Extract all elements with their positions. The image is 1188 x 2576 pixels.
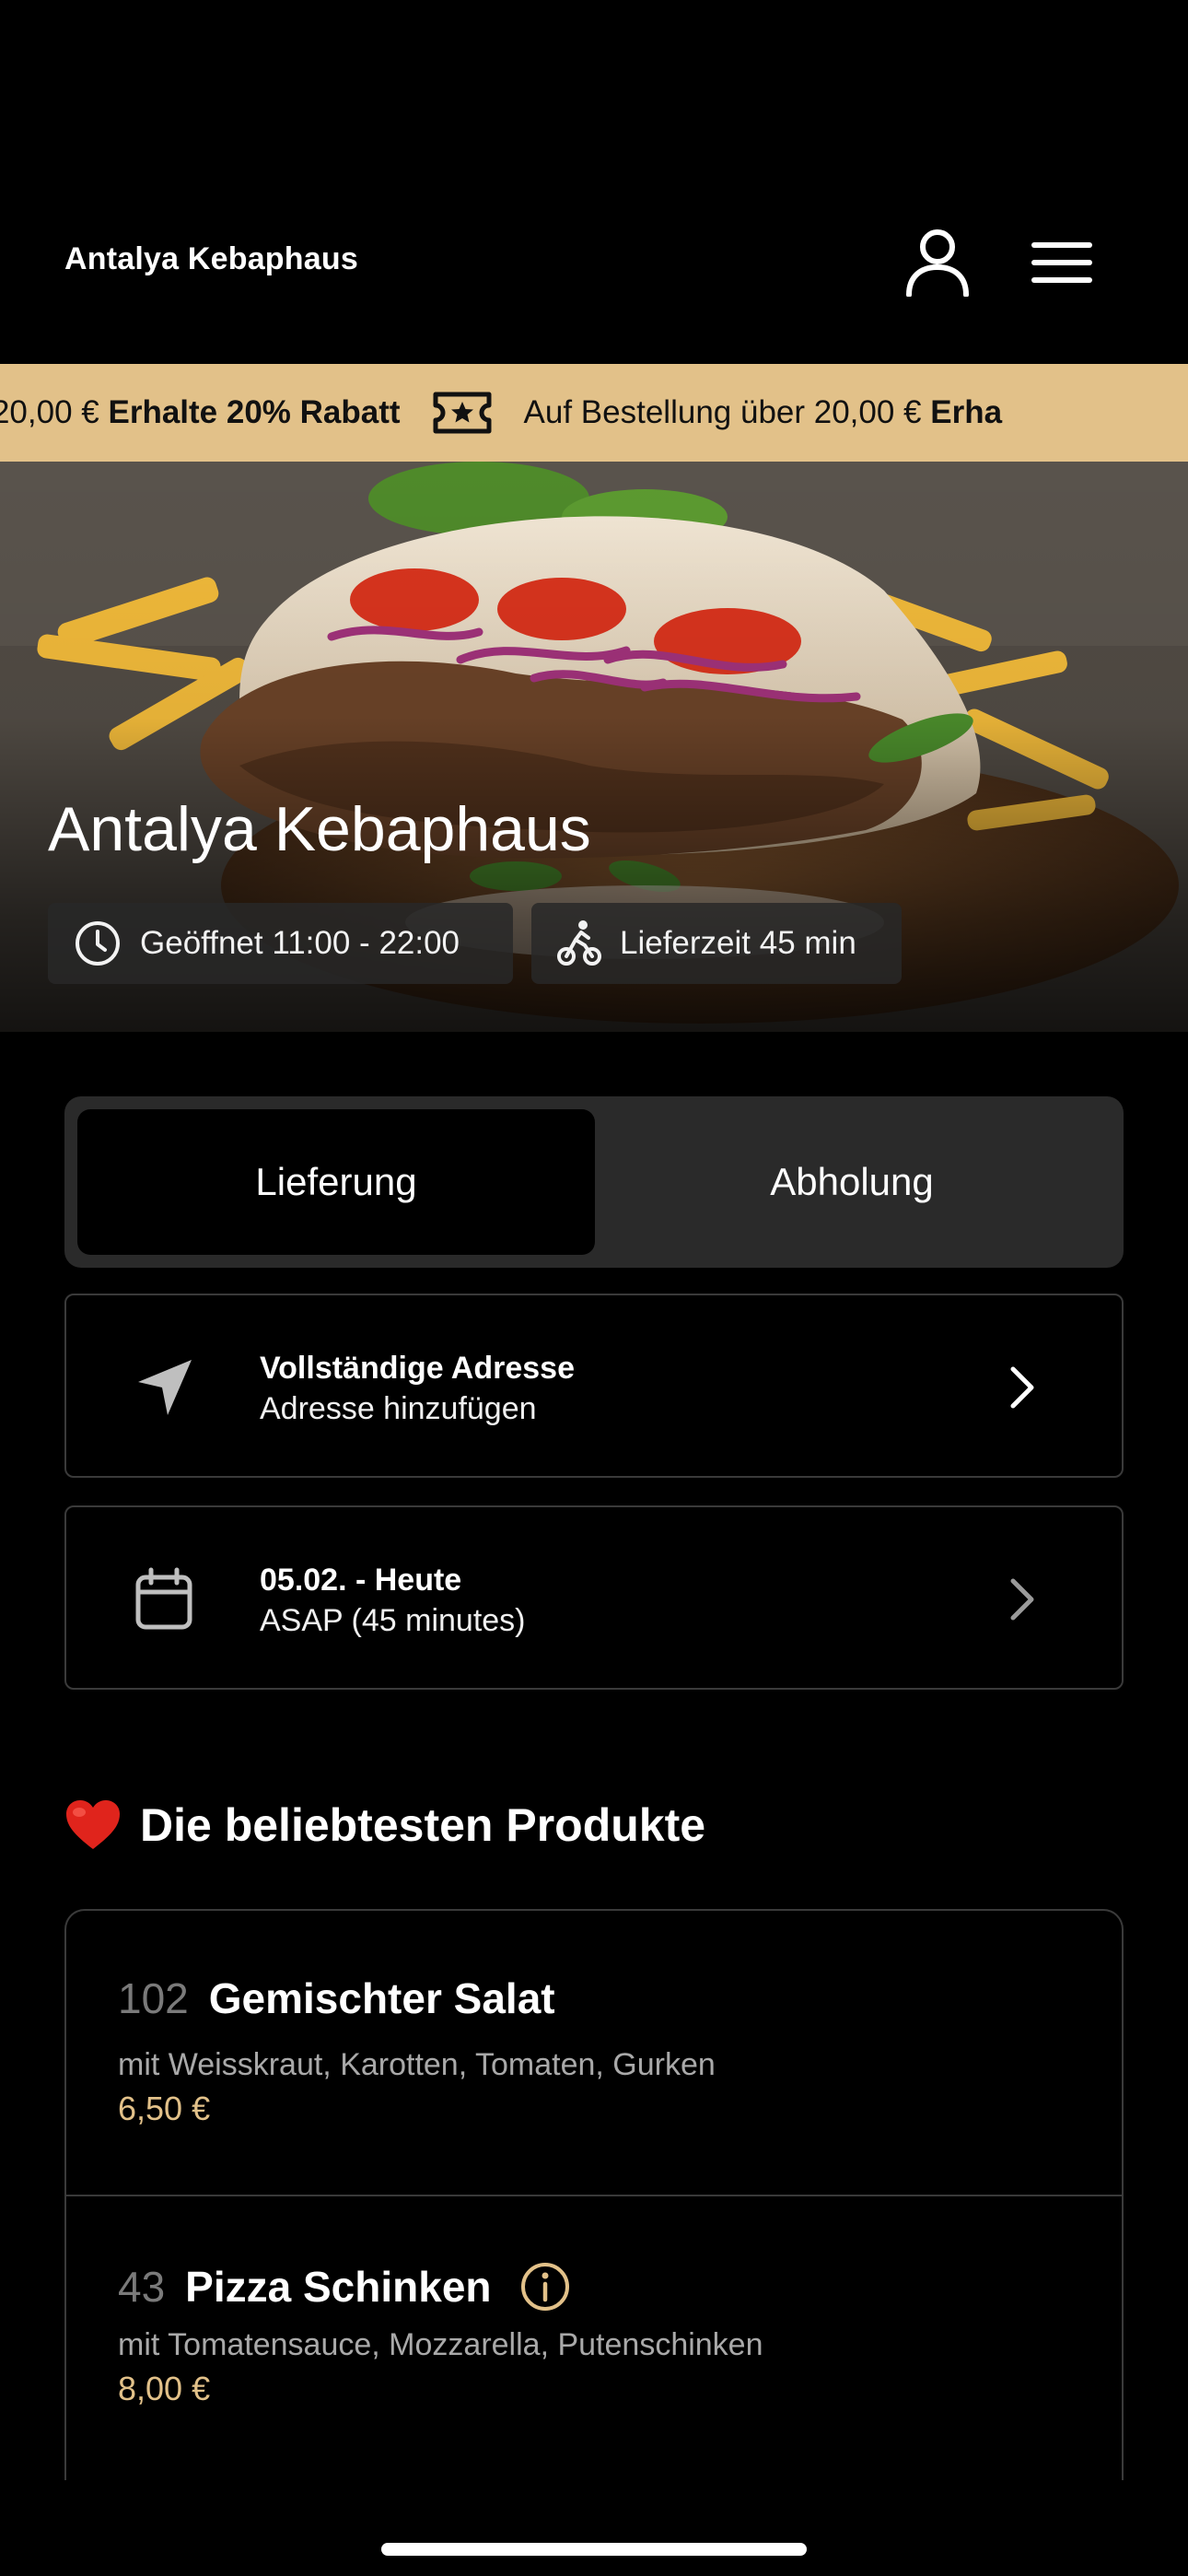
promo-highlight: Erha — [930, 394, 1003, 430]
hamburger-menu-icon[interactable] — [1031, 241, 1092, 284]
hero-banner: Antalya Kebaphaus Geöffnet 11:00 - 22:00… — [0, 462, 1188, 1032]
opening-hours-chip: Geöffnet 11:00 - 22:00 — [48, 903, 513, 984]
product-number: 43 — [118, 2263, 166, 2311]
order-mode-toggle: Lieferung Abholung — [64, 1096, 1124, 1268]
popular-products-list: 102 Gemischter Salat mit Weisskraut, Kar… — [64, 1909, 1124, 2480]
promo-segment: Auf Bestellung über 20,00 € Erha — [524, 394, 1003, 431]
info-icon[interactable] — [519, 2261, 571, 2313]
product-description: mit Weisskraut, Karotten, Tomaten, Gurke… — [118, 2047, 716, 2082]
brand-name[interactable]: Antalya Kebaphaus — [64, 241, 358, 277]
calendar-icon — [135, 1567, 192, 1630]
app-header: Antalya Kebaphaus — [0, 0, 1188, 364]
promo-text: Auf Bestellung über 20,00 € — [523, 394, 922, 430]
ticket-star-icon — [433, 392, 492, 434]
promo-ribbon: g über 20,00 € Erhalte 20% Rabatt Auf Be… — [0, 364, 1188, 462]
product-header: 102 Gemischter Salat — [118, 1973, 555, 2023]
section-title-text: Die beliebtesten Produkte — [140, 1799, 706, 1851]
product-item[interactable]: 43 Pizza Schinken mit Tomatensauce, Mozz… — [66, 2198, 1122, 2480]
user-icon[interactable] — [904, 227, 971, 297]
tab-delivery[interactable]: Lieferung — [77, 1109, 595, 1255]
popular-products-heading: Die beliebtesten Produkte — [64, 1798, 705, 1852]
date-title: 05.02. - Heute — [260, 1563, 462, 1598]
product-price: 6,50 € — [118, 2090, 211, 2127]
address-subtitle: Adresse hinzufügen — [260, 1391, 537, 1426]
product-price: 8,00 € — [118, 2370, 211, 2407]
product-number: 102 — [118, 1974, 189, 2022]
promo-segment: g über 20,00 € Erhalte 20% Rabatt — [0, 394, 401, 431]
promo-text: g über 20,00 € — [0, 394, 99, 430]
product-name: Pizza Schinken — [185, 2263, 492, 2311]
opening-hours-text: Geöffnet 11:00 - 22:00 — [140, 925, 460, 961]
product-name: Gemischter Salat — [208, 1974, 555, 2022]
promo-highlight: Erhalte 20% Rabatt — [108, 394, 401, 430]
home-indicator[interactable] — [381, 2543, 807, 2556]
delivery-time-text: Lieferzeit 45 min — [620, 925, 856, 961]
delivery-time-selector[interactable]: 05.02. - Heute ASAP (45 minutes) — [64, 1505, 1124, 1690]
delivery-time-chip: Lieferzeit 45 min — [531, 903, 902, 984]
promo-marquee: g über 20,00 € Erhalte 20% Rabatt Auf Be… — [0, 364, 1002, 462]
time-subtitle: ASAP (45 minutes) — [260, 1603, 526, 1638]
address-title: Vollständige Adresse — [260, 1351, 575, 1386]
location-arrow-icon — [138, 1360, 192, 1415]
address-selector[interactable]: Vollständige Adresse Adresse hinzufügen — [64, 1294, 1124, 1478]
product-description: mit Tomatensauce, Mozzarella, Putenschin… — [118, 2327, 763, 2362]
chevron-right-icon — [1010, 1578, 1034, 1621]
heart-icon — [66, 1800, 120, 1849]
bicycle-courier-icon — [557, 920, 601, 966]
chevron-right-icon — [1010, 1366, 1034, 1409]
restaurant-title: Antalya Kebaphaus — [48, 794, 591, 864]
tab-pickup[interactable]: Abholung — [593, 1109, 1111, 1255]
product-item[interactable]: 102 Gemischter Salat mit Weisskraut, Kar… — [66, 1911, 1122, 2196]
product-header: 43 Pizza Schinken — [118, 2261, 571, 2313]
clock-icon — [76, 921, 120, 966]
